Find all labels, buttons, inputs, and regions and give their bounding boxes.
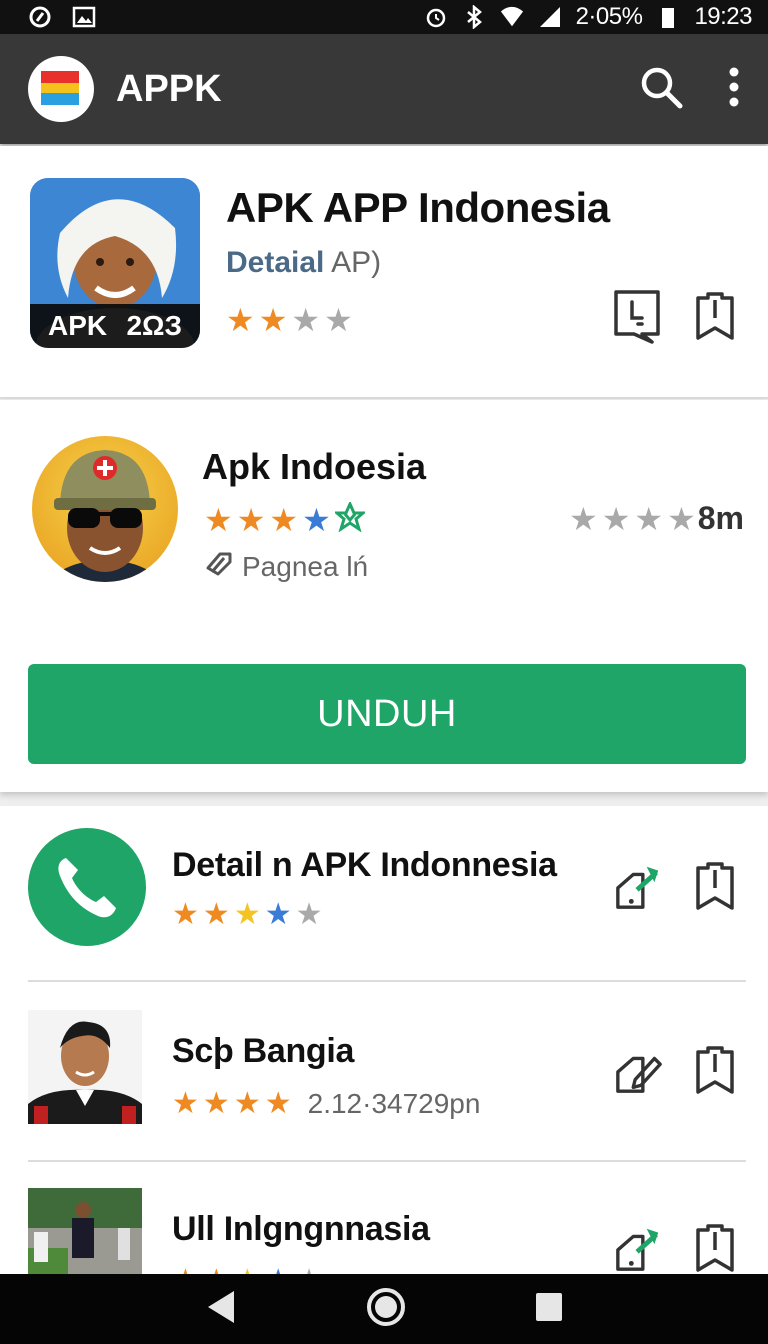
star-icon: ★ (234, 1266, 261, 1275)
recents-icon[interactable] (534, 1291, 564, 1328)
back-icon[interactable] (204, 1289, 238, 1330)
divider (0, 397, 768, 399)
app-title: APPK (116, 67, 222, 110)
star-icon: ★ (302, 501, 331, 538)
star-icon: ★ (203, 1266, 230, 1275)
list-item[interactable]: Ull Inlgngnnasia ★ ★ ★ ★ ★ (0, 1162, 768, 1274)
star-icon: ★ (172, 898, 199, 931)
size-rating: ★ ★ ★ ★ (569, 503, 696, 535)
featured-app-thumbnail: APK 2ΩЗ (30, 178, 200, 348)
star-empty-icon: ★ (634, 500, 664, 537)
signal-icon (538, 5, 562, 29)
list-item-rating: ★ ★ ★ ★ ★ (172, 1266, 323, 1275)
detail-app-meta: Pagnea lń (204, 550, 368, 583)
list-item-thumbnail (28, 1010, 142, 1124)
featured-rating: ★ ★ ★ ★ (226, 304, 353, 336)
thumbnail-caption-right: 2ΩЗ (126, 310, 182, 341)
bookmark-icon[interactable] (690, 858, 740, 914)
star-empty-icon: ★ (667, 500, 696, 537)
star-icon: ★ (264, 1087, 292, 1120)
image-icon (72, 5, 96, 29)
star-icon: ★ (202, 898, 230, 931)
star-icon: ★ (226, 302, 255, 338)
phone-app-icon (28, 828, 146, 946)
list-item[interactable]: Scþ Bangia ★ ★ ★ ★ 2.12·34729pn (0, 982, 768, 1158)
share-icon[interactable] (612, 288, 662, 344)
detail-app-title: Apk Indoesia (202, 446, 427, 487)
star-badge-icon (332, 500, 367, 537)
star-icon: ★ (264, 898, 292, 931)
detail-meta-label: Pagnea lń (242, 550, 369, 582)
share-icon[interactable] (614, 858, 664, 914)
star-icon: ★ (258, 302, 288, 338)
detail-app-rating: ★ ★ ★ ★ (204, 500, 367, 538)
star-icon: ★ (172, 1266, 199, 1275)
star-icon: ★ (233, 1087, 261, 1120)
home-icon[interactable] (366, 1287, 406, 1332)
detail-app-avatar (32, 436, 178, 582)
app-list: Detail n APK Indonnesia ★ ★ ★ ★ ★ Scþ Ba… (0, 806, 768, 1274)
sync-icon (28, 5, 52, 29)
bookmark-icon[interactable] (690, 1042, 740, 1098)
subtitle-main: Detaial (226, 246, 325, 279)
wifi-icon (500, 5, 524, 29)
subtitle-extra: AP) (331, 246, 382, 279)
thumbnail-caption-left: APK (48, 310, 108, 341)
list-item-title: Ull Inlgngnnasia (172, 1210, 430, 1248)
list-item-title: Scþ Bangia (172, 1032, 355, 1070)
star-icon: ★ (269, 501, 299, 538)
download-button[interactable]: UNDUH (28, 664, 746, 764)
star-empty-icon: ★ (291, 302, 321, 338)
star-empty-icon: ★ (295, 898, 323, 931)
bluetooth-icon (462, 5, 486, 29)
star-icon: ★ (202, 1087, 230, 1120)
list-item-rating: ★ ★ ★ ★ ★ (172, 900, 323, 930)
star-empty-icon: ★ (296, 1266, 323, 1275)
star-empty-icon: ★ (569, 500, 598, 537)
star-icon: ★ (204, 501, 233, 538)
star-icon: ★ (172, 1087, 199, 1120)
detail-app-size: ★ ★ ★ ★ 8m (569, 500, 744, 537)
navigation-bar (0, 1274, 768, 1344)
featured-app-title: APK APP Indonesia (226, 184, 610, 231)
app-logo (28, 56, 94, 122)
app-bar: APPK (0, 34, 768, 144)
bookmark-icon[interactable] (690, 288, 740, 344)
edit-icon[interactable] (614, 1042, 664, 1098)
more-vert-icon[interactable] (728, 67, 740, 112)
detail-app-card: Apk Indoesia ★ ★ ★ ★ Pagnea lń ★ ★ ★ ★ 8… (0, 400, 768, 792)
star-empty-icon: ★ (601, 500, 631, 537)
list-item-rating: ★ ★ ★ ★ 2.12·34729pn (172, 1088, 480, 1120)
tag-icon (204, 550, 234, 583)
search-icon[interactable] (638, 64, 684, 115)
clock: 19:23 (694, 3, 752, 30)
battery-icon (656, 5, 680, 29)
list-item-thumbnail (28, 1188, 142, 1274)
featured-app-subtitle: Detaial AP) (226, 246, 381, 280)
share-icon[interactable] (614, 1220, 664, 1274)
alarm-icon (424, 5, 448, 29)
battery-text: 2·05% (575, 3, 643, 30)
star-icon: ★ (236, 501, 266, 538)
status-bar: 2·05% 19:23 (0, 0, 768, 34)
list-item[interactable]: Detail n APK Indonnesia ★ ★ ★ ★ ★ (0, 806, 768, 982)
star-icon: ★ (265, 1266, 292, 1275)
star-empty-icon: ★ (324, 302, 353, 338)
star-icon: ★ (233, 898, 261, 931)
list-item-title: Detail n APK Indonnesia (172, 846, 557, 884)
size-label: 8m (697, 500, 744, 536)
featured-app-card[interactable]: APK 2ΩЗ APK APP Indonesia Detaial AP) ★ … (0, 146, 768, 398)
bookmark-icon[interactable] (690, 1220, 740, 1274)
list-item-extra: 2.12·34729pn (307, 1088, 481, 1119)
